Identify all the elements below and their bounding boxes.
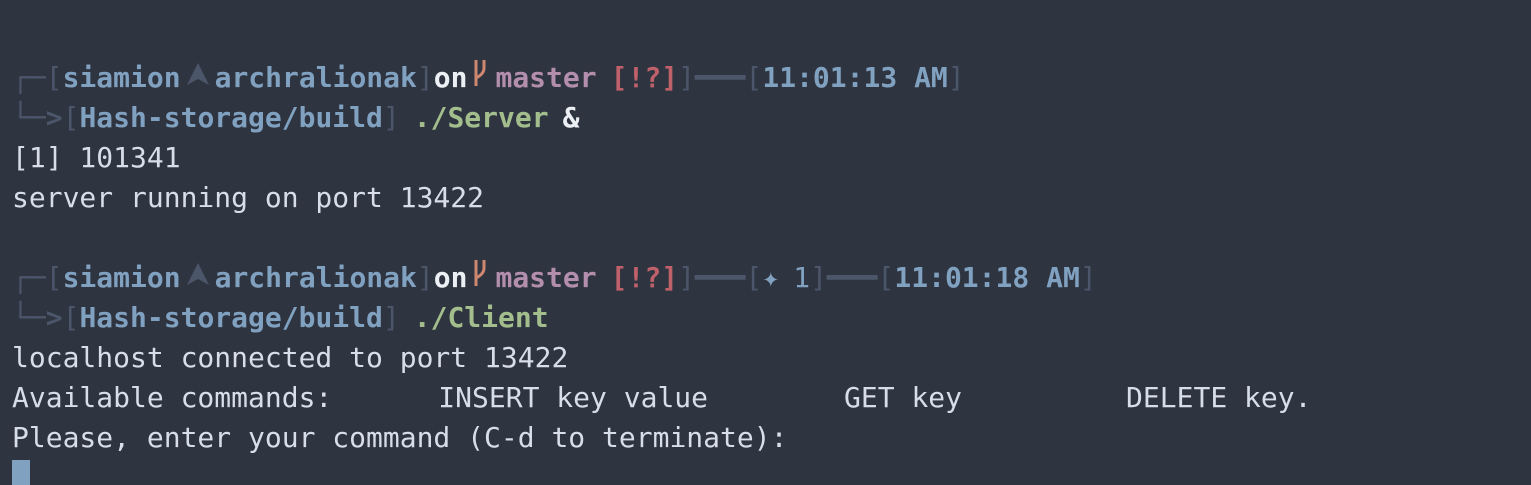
prompt-line-2-bottom: └─>[Hash-storage/build] ./Client [12,298,1531,338]
username: siamion [62,261,181,294]
prompt-frame-bottom: └─> [12,301,63,334]
bracket-close: ] [1079,261,1097,294]
output-line: [1] 101341 [12,141,181,174]
prompt-line-1-top: ┌─[siamion archralionak] on master [!?]]━━━[… [12,58,1531,98]
arch-logo-icon [185,258,211,298]
commands-label: Available commands: [12,381,333,414]
bracket-close: ] [947,61,965,94]
jobs-icon: ✦ [762,261,780,294]
prompt-line-1-bottom: └─>[Hash-storage/build] ./Server & [12,98,1531,138]
bracket-close: ] [382,301,400,334]
bracket-close: ] [382,101,400,134]
on-label: on [433,61,468,94]
on-label: on [433,261,468,294]
working-directory: Hash-storage/build [79,301,383,334]
command-insert: INSERT key value [438,381,709,414]
username: siamion [62,61,181,94]
git-branch-icon [471,258,489,299]
prompt-connector: ]━━━[ [678,61,763,94]
bracket-open: [ [45,61,63,94]
command-text: ./Client [413,301,549,334]
output-line: localhost connected to port 13422 [12,341,569,374]
available-commands-line: Available commands: INSERT key value GET k… [12,378,1531,418]
prompt-frame-top: ┌─ [12,261,46,294]
git-status: [!?] [610,261,679,294]
command-text: ./Server [413,101,549,134]
prompt-line-2-top: ┌─[siamion archralionak] on master [!?]]━━━[… [12,258,1531,298]
working-directory: Hash-storage/build [79,101,383,134]
bracket-close: ] [416,61,434,94]
bracket-open: [ [45,261,63,294]
timestamp: 11:01:13 AM [762,61,948,94]
input-line[interactable] [12,458,1531,485]
bracket-open: [ [62,301,80,334]
prompt-connector: ]━━━[ [810,261,895,294]
bracket-close: ] [416,261,434,294]
terminal-window[interactable]: ┌─[siamion archralionak] on master [!?]]━━━[… [0,0,1531,485]
command-get: GET key [844,381,963,414]
text-cursor[interactable] [12,460,30,485]
timestamp: 11:01:18 AM [894,261,1080,294]
background-operator: & [562,101,580,134]
hostname: archralionak [214,261,417,294]
prompt-connector: ]━━━[ [678,261,763,294]
hostname: archralionak [214,61,417,94]
command-delete: DELETE key. [1126,381,1312,414]
output-line: server running on port 13422 [12,181,485,214]
prompt-frame-bottom: └─> [12,101,63,134]
jobs-count: 1 [793,261,811,294]
input-prompt-line: Please, enter your command (C-d to termi… [12,421,788,454]
git-branch-name: master [495,61,597,94]
git-branch-icon [471,58,489,99]
prompt-frame-top: ┌─ [12,61,46,94]
git-status: [!?] [610,61,679,94]
git-branch-name: master [495,261,597,294]
bracket-open: [ [62,101,80,134]
arch-logo-icon [185,58,211,98]
